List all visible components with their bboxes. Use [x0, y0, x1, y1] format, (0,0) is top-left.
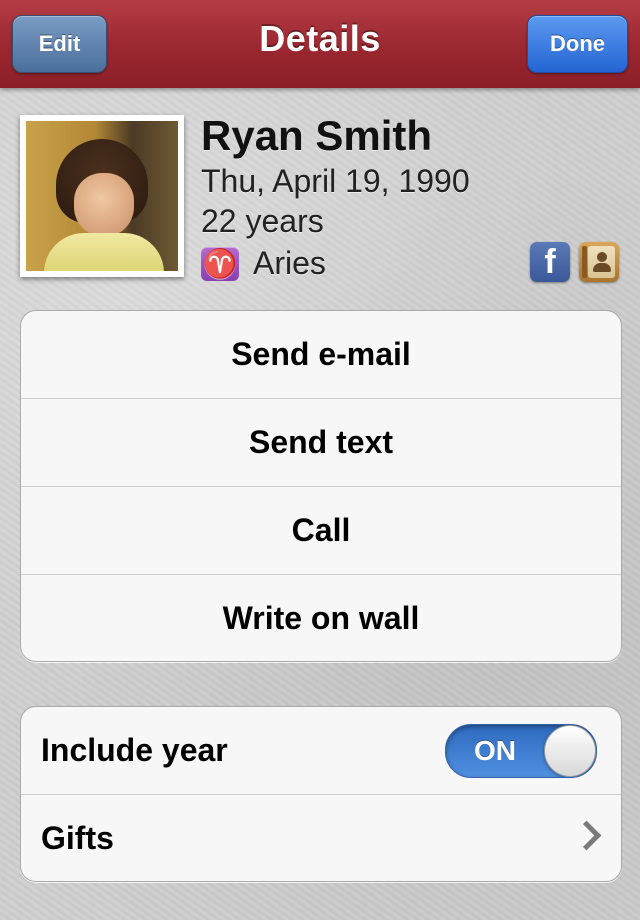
- write-on-wall-label: Write on wall: [222, 600, 420, 636]
- call-label: Call: [291, 512, 351, 548]
- toggle-knob: [544, 725, 596, 777]
- aries-icon: ♈: [201, 246, 239, 281]
- write-on-wall-button[interactable]: Write on wall: [21, 575, 621, 661]
- toggle-state-label: ON: [474, 735, 516, 766]
- nav-bar: Edit Details Done: [0, 0, 640, 88]
- contact-name: Ryan Smith: [201, 112, 433, 159]
- gifts-label: Gifts: [41, 820, 114, 856]
- send-text-label: Send text: [248, 424, 394, 460]
- facebook-icon[interactable]: f: [530, 242, 570, 282]
- avatar: [26, 121, 178, 271]
- age: 22 years: [201, 203, 324, 239]
- done-button[interactable]: Done: [527, 15, 628, 73]
- send-text-button[interactable]: Send text: [21, 399, 621, 487]
- actions-group: Send e-mail Send text Call Write on wall: [20, 310, 622, 662]
- profile-photo[interactable]: [20, 115, 184, 277]
- call-button[interactable]: Call: [21, 487, 621, 575]
- include-year-row: Include year ON: [21, 707, 621, 795]
- zodiac-sign: ♈ Aries: [201, 245, 326, 282]
- send-email-label: Send e-mail: [231, 336, 411, 372]
- gifts-row[interactable]: Gifts: [21, 795, 621, 881]
- include-year-toggle[interactable]: ON: [445, 724, 597, 778]
- contacts-icon[interactable]: [579, 242, 619, 282]
- settings-group: Include year ON Gifts: [20, 706, 622, 882]
- chevron-right-icon: [571, 820, 602, 851]
- include-year-label: Include year: [41, 732, 228, 768]
- birthdate: Thu, April 19, 1990: [201, 163, 470, 199]
- send-email-button[interactable]: Send e-mail: [21, 311, 621, 399]
- zodiac-sign-label: Aries: [253, 245, 326, 281]
